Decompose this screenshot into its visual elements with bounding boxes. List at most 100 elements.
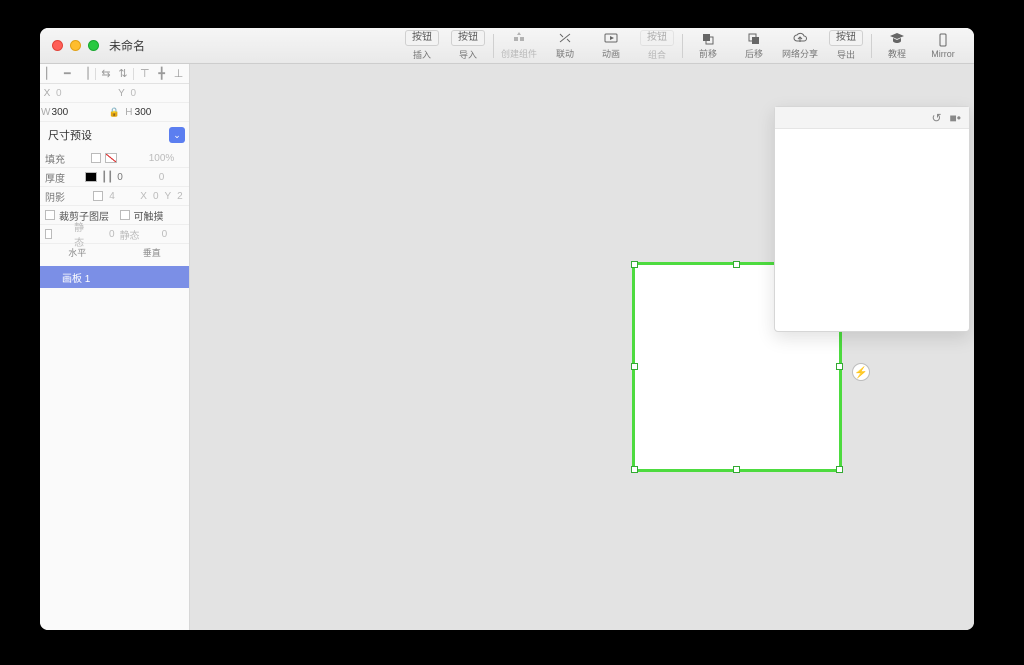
- fill-label: 填充: [40, 151, 74, 166]
- toolbar-separator: [871, 34, 872, 58]
- border-dash[interactable]: 0: [117, 172, 123, 183]
- size-preset-dropdown[interactable]: 尺寸预设 ⌄: [44, 124, 185, 146]
- border-row: 厚度 ┃┃ 0 0: [40, 168, 189, 187]
- align-top-icon[interactable]: ⊤: [138, 67, 151, 81]
- resize-handle-s[interactable]: [733, 466, 740, 473]
- align-bottom-icon[interactable]: ⊥: [172, 67, 185, 81]
- fill-row: 填充 100%: [40, 149, 189, 168]
- close-icon[interactable]: [52, 40, 63, 51]
- constraint-v-mode[interactable]: 静态: [120, 227, 140, 242]
- y-label: Y: [115, 88, 129, 99]
- resize-handle-n[interactable]: [733, 261, 740, 268]
- w-label: W: [40, 107, 52, 118]
- border-label: 厚度: [40, 170, 74, 185]
- link-icon: [557, 31, 573, 45]
- position-row: X 0 Y 0: [40, 84, 189, 103]
- chevron-down-icon: ⌄: [169, 127, 185, 143]
- preview-panel[interactable]: ↺ ■•: [774, 106, 970, 332]
- resize-handle-e[interactable]: [836, 363, 843, 370]
- cloud-icon: [792, 31, 808, 45]
- axis-v-label: 垂直: [115, 244, 190, 260]
- x-value[interactable]: 0: [54, 88, 115, 99]
- group-button[interactable]: 按钮 组合: [634, 28, 680, 63]
- align-left-icon[interactable]: ▏: [44, 67, 57, 81]
- app-window: 未命名 按钮 插入 按钮 导入 创建组件 联动 动画: [40, 28, 974, 630]
- align-center-h-icon[interactable]: ━: [61, 67, 74, 81]
- zoom-icon[interactable]: [88, 40, 99, 51]
- inspector-panel: ▏ ━ ▕ ⇆ ⇅ ⊤ ╋ ⊥ X 0 Y 0: [40, 64, 190, 630]
- layer-item-artboard[interactable]: 画板 1: [40, 266, 189, 288]
- tutorial-button[interactable]: 教程: [874, 28, 920, 63]
- resize-handle-w[interactable]: [631, 363, 638, 370]
- resize-handle-se[interactable]: [836, 466, 843, 473]
- preview-panel-header: ↺ ■•: [775, 107, 969, 129]
- camera-icon[interactable]: ■•: [950, 111, 961, 125]
- lock-aspect-icon[interactable]: 🔒: [106, 107, 123, 118]
- axis-h-label: 水平: [40, 244, 115, 260]
- border-swatch[interactable]: [85, 172, 97, 182]
- animate-icon: [603, 31, 619, 45]
- make-component-button[interactable]: 创建组件: [496, 28, 542, 63]
- alignment-toolbar: ▏ ━ ▕ ⇆ ⇅ ⊤ ╋ ⊥: [40, 64, 189, 84]
- minimize-icon[interactable]: [70, 40, 81, 51]
- distribute-v-icon[interactable]: ⇅: [116, 67, 129, 81]
- shadow-label: 阴影: [40, 189, 74, 204]
- export-button[interactable]: 按钮 导出: [823, 28, 869, 63]
- preset-label: 尺寸预设: [48, 127, 92, 143]
- toolbar-separator: [682, 34, 683, 58]
- touchable-checkbox[interactable]: [120, 210, 130, 220]
- fill-swatch[interactable]: [105, 153, 117, 163]
- send-backward-button[interactable]: 后移: [731, 28, 777, 63]
- link-button[interactable]: 联动: [542, 28, 588, 63]
- height-field[interactable]: [135, 107, 189, 118]
- separator: [95, 68, 96, 80]
- canvas[interactable]: ⚡ ↺ ■•: [190, 64, 974, 630]
- touchable-label: 可触摸: [134, 208, 164, 223]
- window-controls: [40, 40, 99, 51]
- toolbar-separator: [493, 34, 494, 58]
- fill-enabled-checkbox[interactable]: [91, 153, 101, 163]
- y-value[interactable]: 0: [129, 88, 190, 99]
- backward-icon: [746, 31, 762, 45]
- align-right-icon[interactable]: ▕: [78, 67, 91, 81]
- x-label: X: [40, 88, 54, 99]
- component-icon: [511, 31, 527, 45]
- resize-handle-nw[interactable]: [631, 261, 638, 268]
- undo-icon[interactable]: ↺: [931, 111, 941, 125]
- axis-labels: 水平 垂直: [40, 244, 189, 260]
- app-body: ▏ ━ ▕ ⇆ ⇅ ⊤ ╋ ⊥ X 0 Y 0: [40, 64, 974, 630]
- layer-item-label: 画板 1: [62, 270, 90, 285]
- fill-opacity[interactable]: 100%: [134, 153, 189, 164]
- shadow-blur[interactable]: 4: [109, 191, 115, 202]
- phone-icon: [935, 33, 951, 47]
- constraint-h-checkbox[interactable]: [45, 229, 52, 239]
- import-button[interactable]: 按钮 导入: [445, 28, 491, 63]
- titlebar: 未命名 按钮 插入 按钮 导入 创建组件 联动 动画: [40, 28, 974, 64]
- width-field[interactable]: [52, 107, 106, 118]
- animate-button[interactable]: 动画: [588, 28, 634, 63]
- shadow-y[interactable]: 2: [177, 191, 183, 202]
- shadow-x[interactable]: 0: [153, 191, 159, 202]
- distribute-h-icon[interactable]: ⇆: [100, 67, 113, 81]
- border-width[interactable]: 0: [134, 172, 189, 183]
- bring-forward-button[interactable]: 前移: [685, 28, 731, 63]
- toolbar: 按钮 插入 按钮 导入 创建组件 联动 动画 按钮 组合: [399, 28, 974, 63]
- clip-checkbox[interactable]: [45, 210, 55, 220]
- options-row: 裁剪子图层 可触摸: [40, 206, 189, 225]
- lightning-icon: ⚡: [854, 366, 868, 379]
- constraint-row: 静态 0 静态 0: [40, 225, 189, 244]
- insert-button[interactable]: 按钮 插入: [399, 28, 445, 63]
- resize-handle-sw[interactable]: [631, 466, 638, 473]
- interaction-handle[interactable]: ⚡: [852, 363, 870, 381]
- window-title: 未命名: [109, 37, 145, 54]
- separator: [133, 68, 134, 80]
- constraint-v-value[interactable]: 0: [162, 229, 168, 240]
- share-button[interactable]: 网络分享: [777, 28, 823, 63]
- forward-icon: [700, 31, 716, 45]
- shadow-row: 阴影 4 X 0 Y 2: [40, 187, 189, 206]
- size-row: W 🔒 H: [40, 103, 189, 122]
- align-middle-icon[interactable]: ╋: [155, 67, 168, 81]
- shadow-enabled-checkbox[interactable]: [93, 191, 103, 201]
- mirror-button[interactable]: Mirror: [920, 28, 966, 63]
- h-label: H: [123, 107, 135, 118]
